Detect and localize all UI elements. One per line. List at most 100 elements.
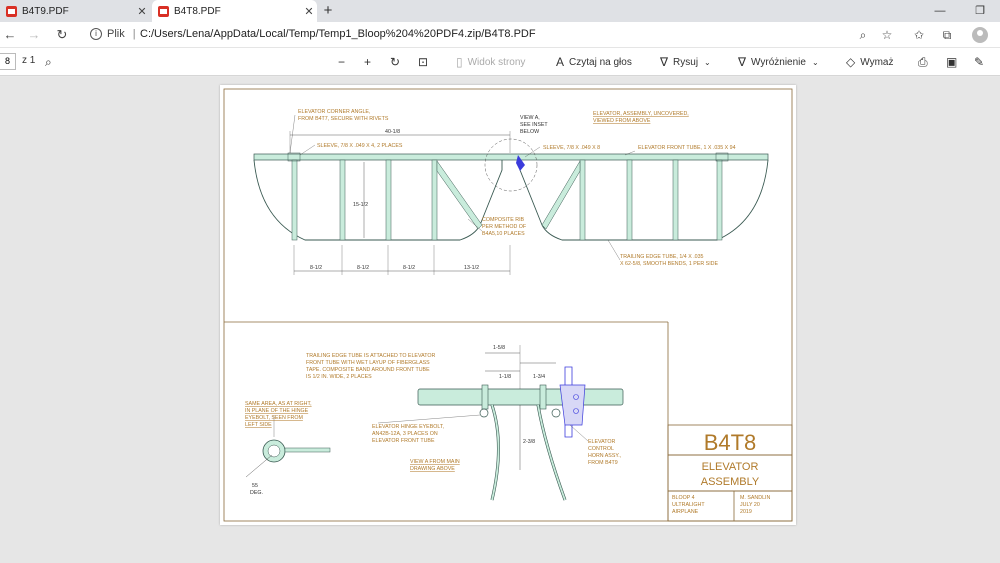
draw-button[interactable]: ∇ Rysuj ⌄ [660,55,711,69]
leader-line [299,144,316,156]
note-te-attach: TAPE. COMPOSITE BAND AROUND FRONT TUBE [306,367,430,373]
leader-line [607,239,621,261]
collections-icon[interactable]: ⧉ [938,26,956,44]
note-horn: HORN ASSY., [588,453,621,459]
dim-15: 15-1/2 [353,202,368,208]
date: 2019 [740,509,752,515]
page-view-button[interactable]: ▯ Widok strony [456,55,525,69]
favorite-star-icon[interactable]: ☆ [878,26,896,44]
note-composite-rib: B4A5,10 PLACES [482,231,525,237]
assembly-title: VIEWED FROM ABOVE [593,118,651,124]
save-icon[interactable]: ▣ [946,55,962,69]
pdf-file-icon [158,5,169,17]
note-view-main: DRAWING ABOVE [410,466,455,472]
dim-1-5-8: 1-5/8 [493,345,505,351]
pdf-file-icon [6,5,17,17]
reload-icon[interactable]: ↻ [52,25,72,45]
author: M. SANDLIN [740,495,770,501]
search-icon[interactable]: ⌕ [45,55,57,70]
eraser-icon: ◇ [846,55,856,69]
drawing-number: B4T8 [704,430,757,455]
hinge-eyebolt [551,408,561,418]
note-trailing-edge: TRAILING EDGE TUBE, 1/4 X .035 [620,254,704,260]
tab-b4t9[interactable]: B4T9.PDF ✕ [0,0,150,22]
rib [339,159,346,241]
note-te-attach: TRAILING EDGE TUBE IS ATTACHED TO ELEVAT… [306,353,435,359]
front-tube [253,153,769,161]
note-te-attach: FRONT TUBE WITH WET LAYUP OF FIBERGLASS [306,360,430,366]
note-same-area: IN PLANE OF THE HINGE [245,408,309,414]
url-text[interactable]: C:/Users/Lena/AppData/Local/Temp/Temp1_B… [140,28,536,40]
draw-icon: ∇ [660,55,669,69]
project-name: BLOOP 4 [672,495,695,501]
erase-button[interactable]: ◇ Wymaż [846,55,893,69]
note-same-area: LEFT SIDE [245,422,272,428]
composite-band [481,384,489,410]
note-hinge: AN42B-12A, 3 PLACES ON [372,431,438,437]
tab-b4t8[interactable]: B4T8.PDF ✕ [152,0,317,22]
rotate-icon[interactable]: ↻ [390,55,405,69]
drawing-title: ASSEMBLY [701,476,760,488]
fit-page-icon[interactable]: ⊡ [418,55,433,69]
dim-8c: 8-1/2 [403,265,415,271]
pdf-page: ELEVATOR CORNER ANGLE, FROM B4T7, SECURE… [220,85,796,525]
print-icon[interactable]: ⎙ [918,55,933,70]
zoom-in-icon[interactable]: + [364,55,376,69]
read-aloud-button[interactable]: A Czytaj na głos [556,55,632,69]
leader-line [569,424,589,442]
profile-avatar[interactable] [972,27,988,43]
highlight-button[interactable]: ∇ Wyróżnienie ⌄ [738,55,819,69]
rib [579,159,586,241]
note-sleeve-left: SLEEVE, 7/8 X .049 X 4, 2 PLACES [317,143,403,149]
note-hinge: ELEVATOR HINGE EYEBOLT, [372,424,444,430]
tab-bar: B4T9.PDF ✕ B4T8.PDF ✕ + — ❐ [0,0,1000,22]
note-view-a: SEE INSET [520,122,548,128]
tab-label: B4T9.PDF [22,5,69,17]
note-trailing-edge: X 62-5/8, SMOOTH BENDS, 1 PER SIDE [620,261,718,267]
forward-arrow-icon[interactable]: → [24,25,44,45]
trailing-edge-tube [536,404,567,501]
note-view-a: VIEW A, [520,115,540,121]
note-front-tube: ELEVATOR FRONT TUBE, 1 X .035 X 94 [638,145,736,151]
trailing-edge-left [253,159,503,241]
restore-icon[interactable]: ❐ [960,0,1000,22]
site-label: Plik [107,28,125,40]
close-tab-icon[interactable]: ✕ [301,5,317,18]
note-horn: FROM B4T9 [588,460,618,466]
diagonal-rib [541,160,581,230]
favorites-icon[interactable]: ✩ [910,26,928,44]
project-name: ULTRALIGHT [672,502,705,508]
dim-1-3-4: 1-3/4 [533,374,545,380]
dim-13: 13-1/2 [464,265,479,271]
page-number-input[interactable]: 8 [0,53,16,70]
pdf-viewer[interactable]: ELEVATOR CORNER ANGLE, FROM B4T7, SECURE… [0,77,1000,563]
engineering-drawing: ELEVATOR CORNER ANGLE, FROM B4T7, SECURE… [223,88,793,522]
annotate-icon[interactable]: ✎ [974,55,989,69]
dim-40: 40-1/8 [385,129,400,135]
highlight-icon: ∇ [738,55,747,69]
close-tab-icon[interactable]: ✕ [134,5,150,18]
hinge-eyebolt [479,408,489,418]
angle-label: 55 [252,483,258,489]
note-same-area: EYEBOLT, SEEN FROM [245,415,303,421]
eyebolt-shank [284,447,331,453]
rib [716,159,723,241]
front-tube-detail [417,388,624,406]
zoom-out-icon[interactable]: − [338,55,350,69]
note-horn: ELEVATOR [588,439,616,445]
chevron-down-icon[interactable]: ⌄ [704,58,711,67]
leader-line [377,414,481,424]
site-info[interactable]: i Plik | [90,28,144,40]
date: JULY 20 [740,502,760,508]
dim-2-3-8: 2-3/8 [523,439,535,445]
back-arrow-icon[interactable]: ← [0,25,20,45]
note-horn: CONTROL [588,446,614,452]
note-corner-angle: ELEVATOR CORNER ANGLE, [298,109,370,115]
new-tab-button[interactable]: + [320,1,336,21]
minimize-icon[interactable]: — [920,0,960,22]
note-composite-rib: COMPOSITE RIB [482,217,525,223]
leader-line [289,114,296,154]
zoom-search-icon[interactable]: ⌕ [854,26,872,44]
pdf-toolbar: 8 z 1 ⌕ − + ↻ ⊡ ▯ Widok strony A Czytaj na… [0,48,1000,76]
chevron-down-icon[interactable]: ⌄ [812,58,819,67]
